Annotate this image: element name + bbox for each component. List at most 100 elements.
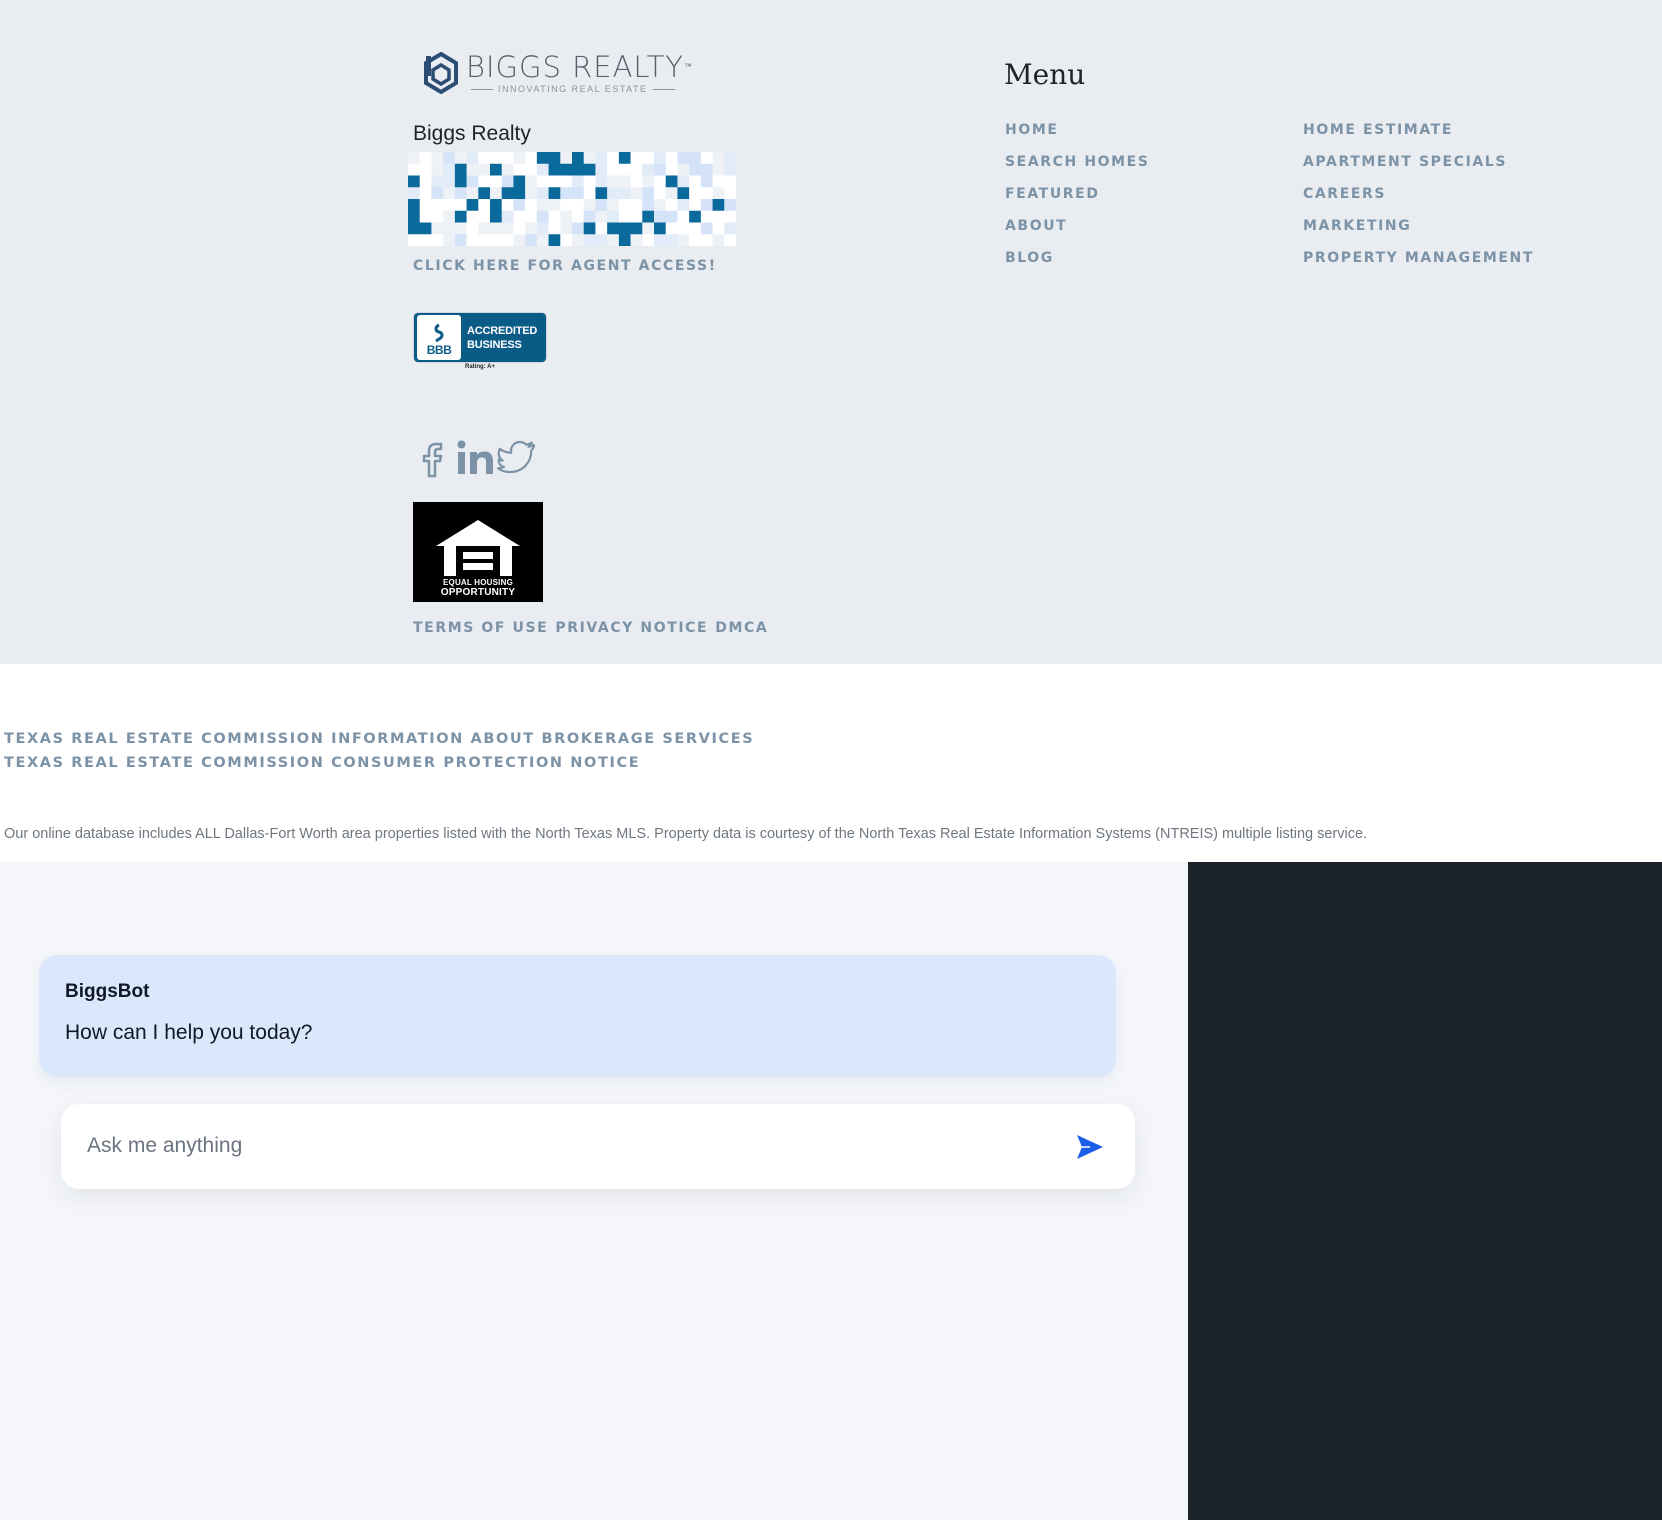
mosaic-tile [466, 163, 479, 176]
send-icon [1077, 1135, 1103, 1159]
mosaic-tile [689, 152, 702, 165]
mosaic-tile [454, 222, 467, 235]
mosaic-tile [607, 199, 620, 212]
mosaic-tile [454, 187, 467, 200]
mosaic-tile [501, 187, 514, 200]
linkedin-icon[interactable] [455, 436, 495, 480]
mosaic-tile [700, 163, 713, 176]
mosaic-tile [478, 175, 491, 188]
mosaic-tile [466, 199, 479, 212]
mosaic-tile [513, 152, 526, 165]
mosaic-tile [560, 199, 573, 212]
mosaic-tile [513, 163, 526, 176]
mosaic-tile [490, 152, 503, 165]
mosaic-tile [548, 187, 561, 200]
trec-brokerage-services-link[interactable]: TEXAS REAL ESTATE COMMISSION INFORMATION… [4, 730, 754, 748]
facebook-icon[interactable] [413, 436, 453, 480]
bbb-accredited-badge[interactable]: BBB ACCREDITED BUSINESS Rating: A+ [413, 312, 547, 370]
mosaic-tile [408, 222, 421, 235]
mosaic-tile [490, 187, 503, 200]
mosaic-tile [443, 199, 456, 212]
mosaic-tile [642, 199, 655, 212]
mosaic-tile [689, 234, 702, 246]
biggs-realty-logo[interactable]: BIGGS REALTY™ INNOVATING REAL ESTATE [424, 52, 693, 94]
mosaic-tile [654, 199, 667, 212]
mosaic-tile [408, 152, 421, 165]
mosaic-tile [513, 222, 526, 235]
mosaic-tile [454, 210, 467, 223]
mosaic-tile [419, 175, 432, 188]
mosaic-tile [595, 210, 608, 223]
menu-item-home-estimate[interactable]: HOME ESTIMATE [1303, 121, 1534, 139]
menu-item-home[interactable]: HOME [1005, 121, 1150, 139]
mosaic-tile [419, 187, 432, 200]
mosaic-tile [607, 152, 620, 165]
mosaic-tile [478, 163, 491, 176]
mosaic-tile [712, 163, 725, 176]
mosaic-tile [618, 152, 631, 165]
mosaic-tile [595, 175, 608, 188]
mosaic-tile [583, 222, 596, 235]
mosaic-tile [665, 199, 678, 212]
footer-menu-column-1: HOME SEARCH HOMES FEATURED ABOUT BLOG [1005, 121, 1150, 267]
mosaic-tile [525, 187, 538, 200]
mosaic-tile [654, 175, 667, 188]
eho-line-1: EQUAL HOUSING [442, 578, 513, 587]
mosaic-tile [654, 222, 667, 235]
menu-item-featured[interactable]: FEATURED [1005, 185, 1150, 203]
mosaic-tile [724, 234, 736, 246]
menu-item-about[interactable]: ABOUT [1005, 217, 1150, 235]
menu-item-apartment-specials[interactable]: APARTMENT SPECIALS [1303, 153, 1534, 171]
mosaic-tile [654, 163, 667, 176]
logo-tagline: INNOVATING REAL ESTATE [498, 84, 648, 94]
privacy-notice-link[interactable]: PRIVACY NOTICE [555, 620, 708, 636]
mosaic-tile [443, 222, 456, 235]
mosaic-tile [431, 234, 444, 246]
equal-housing-opportunity-logo: EQUAL HOUSING OPPORTUNITY [413, 502, 543, 602]
mosaic-tile [513, 199, 526, 212]
mosaic-tile [431, 175, 444, 188]
twitter-icon[interactable] [497, 436, 537, 480]
mosaic-tile [408, 210, 421, 223]
bot-message-bubble: BiggsBot How can I help you today? [39, 955, 1116, 1077]
mosaic-tile [478, 187, 491, 200]
mosaic-tile [466, 210, 479, 223]
mosaic-tile [654, 152, 667, 165]
mosaic-tile [548, 222, 561, 235]
menu-item-blog[interactable]: BLOG [1005, 249, 1150, 267]
menu-item-marketing[interactable]: MARKETING [1303, 217, 1534, 235]
mosaic-tile [665, 210, 678, 223]
menu-item-search-homes[interactable]: SEARCH HOMES [1005, 153, 1150, 171]
mosaic-tile [431, 222, 444, 235]
mosaic-tile [700, 210, 713, 223]
menu-item-careers[interactable]: CAREERS [1303, 185, 1534, 203]
chat-input-container [61, 1104, 1135, 1189]
menu-heading: Menu [1004, 58, 1086, 91]
mosaic-tile [490, 234, 503, 246]
terms-of-use-link[interactable]: TERMS OF USE [413, 620, 548, 636]
company-name: Biggs Realty [413, 122, 531, 145]
mosaic-tile [501, 152, 514, 165]
menu-item-property-management[interactable]: PROPERTY MANAGEMENT [1303, 249, 1534, 267]
mosaic-tile [419, 210, 432, 223]
mosaic-tile [630, 199, 643, 212]
mosaic-tile [478, 199, 491, 212]
send-button[interactable] [1073, 1130, 1107, 1164]
mosaic-tile [642, 210, 655, 223]
mosaic-tile [525, 152, 538, 165]
mosaic-tile [513, 234, 526, 246]
agent-access-link[interactable]: CLICK HERE FOR AGENT ACCESS! [413, 258, 717, 274]
mosaic-tile [689, 163, 702, 176]
mosaic-tile [724, 187, 736, 200]
pixelated-image [408, 152, 736, 246]
mosaic-tile [583, 210, 596, 223]
mosaic-tile [525, 210, 538, 223]
chat-input[interactable] [87, 1122, 1047, 1170]
mosaic-tile [501, 163, 514, 176]
trec-consumer-protection-link[interactable]: TEXAS REAL ESTATE COMMISSION CONSUMER PR… [4, 754, 754, 772]
mosaic-tile [630, 210, 643, 223]
mosaic-tile [536, 210, 549, 223]
mosaic-tile [595, 163, 608, 176]
dmca-link[interactable]: DMCA [715, 620, 768, 636]
mosaic-tile [677, 187, 690, 200]
